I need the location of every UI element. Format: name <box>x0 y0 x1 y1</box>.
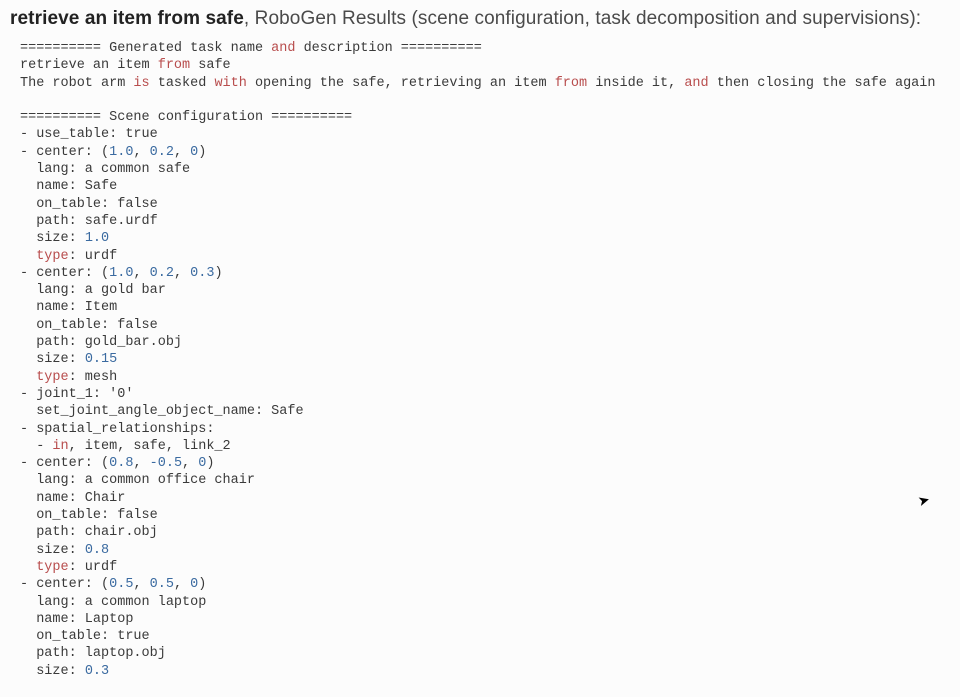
keyword-token: with <box>214 76 246 91</box>
text-token <box>20 370 36 385</box>
text-token: , <box>133 145 149 160</box>
text-token: safe <box>190 58 231 73</box>
number-token: 0.3 <box>85 664 109 679</box>
keyword-token: type <box>36 370 68 385</box>
text-token: ) <box>198 145 206 160</box>
page: retrieve an item from safe, RoboGen Resu… <box>0 0 960 690</box>
text-token: path: laptop.obj <box>20 646 166 661</box>
text-token: - spatial_relationships: <box>20 422 214 437</box>
text-token: name: Safe <box>20 179 117 194</box>
keyword-token: type <box>36 249 68 264</box>
text-token: , <box>174 145 190 160</box>
text-token: lang: a common laptop <box>20 595 206 610</box>
text-token: on_table: false <box>20 318 158 333</box>
text-token: The robot arm <box>20 76 133 91</box>
text-token: - center: ( <box>20 266 109 281</box>
text-token: - center: ( <box>20 145 109 160</box>
title-rest: , RoboGen Results (scene configuration, … <box>244 8 921 29</box>
keyword-token: is <box>133 76 149 91</box>
text-token: ========== Scene configuration =========… <box>20 110 352 125</box>
text-token: size: <box>20 352 85 367</box>
text-token: , item, safe, link_2 <box>69 439 231 454</box>
text-token: name: Chair <box>20 491 125 506</box>
number-token: 0.2 <box>150 145 174 160</box>
text-token: set_joint_angle_object_name: Safe <box>20 404 304 419</box>
text-token: , <box>133 266 149 281</box>
keyword-token: from <box>555 76 587 91</box>
number-token: 1.0 <box>109 145 133 160</box>
page-title: retrieve an item from safe, RoboGen Resu… <box>10 8 950 30</box>
keyword-token: in <box>52 439 68 454</box>
text-token: retrieve an item <box>20 58 158 73</box>
text-token: description ========== <box>295 41 481 56</box>
text-token: lang: a common safe <box>20 162 190 177</box>
text-token: , <box>182 456 198 471</box>
text-token: - use_table: true <box>20 127 158 142</box>
text-token: then closing the safe again <box>709 76 936 91</box>
text-token <box>20 249 36 264</box>
text-token: , <box>133 456 149 471</box>
number-token: 0.5 <box>109 577 133 592</box>
text-token: path: chair.obj <box>20 525 158 540</box>
keyword-token: from <box>158 58 190 73</box>
number-token: 0.3 <box>190 266 214 281</box>
text-token: ) <box>214 266 222 281</box>
keyword-token: and <box>684 76 708 91</box>
keyword-token: type <box>36 560 68 575</box>
text-token: : urdf <box>69 560 118 575</box>
text-token: - joint_1: '0' <box>20 387 133 402</box>
keyword-token: and <box>271 41 295 56</box>
text-token: size: <box>20 664 85 679</box>
text-token: opening the safe, retrieving an item <box>247 76 555 91</box>
text-token: on_table: false <box>20 197 158 212</box>
number-token: 0.5 <box>150 577 174 592</box>
text-token: : urdf <box>69 249 118 264</box>
number-token: -0.5 <box>150 456 182 471</box>
number-token: 1.0 <box>85 231 109 246</box>
text-token: on_table: false <box>20 508 158 523</box>
text-token: - <box>20 439 52 454</box>
text-token: lang: a common office chair <box>20 473 255 488</box>
text-token: , <box>174 266 190 281</box>
text-token: name: Laptop <box>20 612 133 627</box>
text-token: lang: a gold bar <box>20 283 166 298</box>
text-token: , <box>174 577 190 592</box>
text-token: ) <box>198 577 206 592</box>
text-token: - center: ( <box>20 577 109 592</box>
text-token: - center: ( <box>20 456 109 471</box>
text-token: path: gold_bar.obj <box>20 335 182 350</box>
text-token: size: <box>20 543 85 558</box>
number-token: 0.2 <box>150 266 174 281</box>
number-token: 1.0 <box>109 266 133 281</box>
text-token <box>20 560 36 575</box>
text-token: on_table: true <box>20 629 150 644</box>
number-token: 0.8 <box>85 543 109 558</box>
text-token: ) <box>206 456 214 471</box>
number-token: 0.15 <box>85 352 117 367</box>
text-token: : mesh <box>69 370 118 385</box>
code-block: ========== Generated task name and descr… <box>10 40 950 680</box>
text-token: , <box>133 577 149 592</box>
text-token: ========== Generated task name <box>20 41 271 56</box>
text-token: inside it, <box>587 76 684 91</box>
text-token: tasked <box>150 76 215 91</box>
title-bold: retrieve an item from safe <box>10 8 244 29</box>
number-token: 0.8 <box>109 456 133 471</box>
text-token: size: <box>20 231 85 246</box>
text-token: path: safe.urdf <box>20 214 158 229</box>
text-token: name: Item <box>20 300 117 315</box>
